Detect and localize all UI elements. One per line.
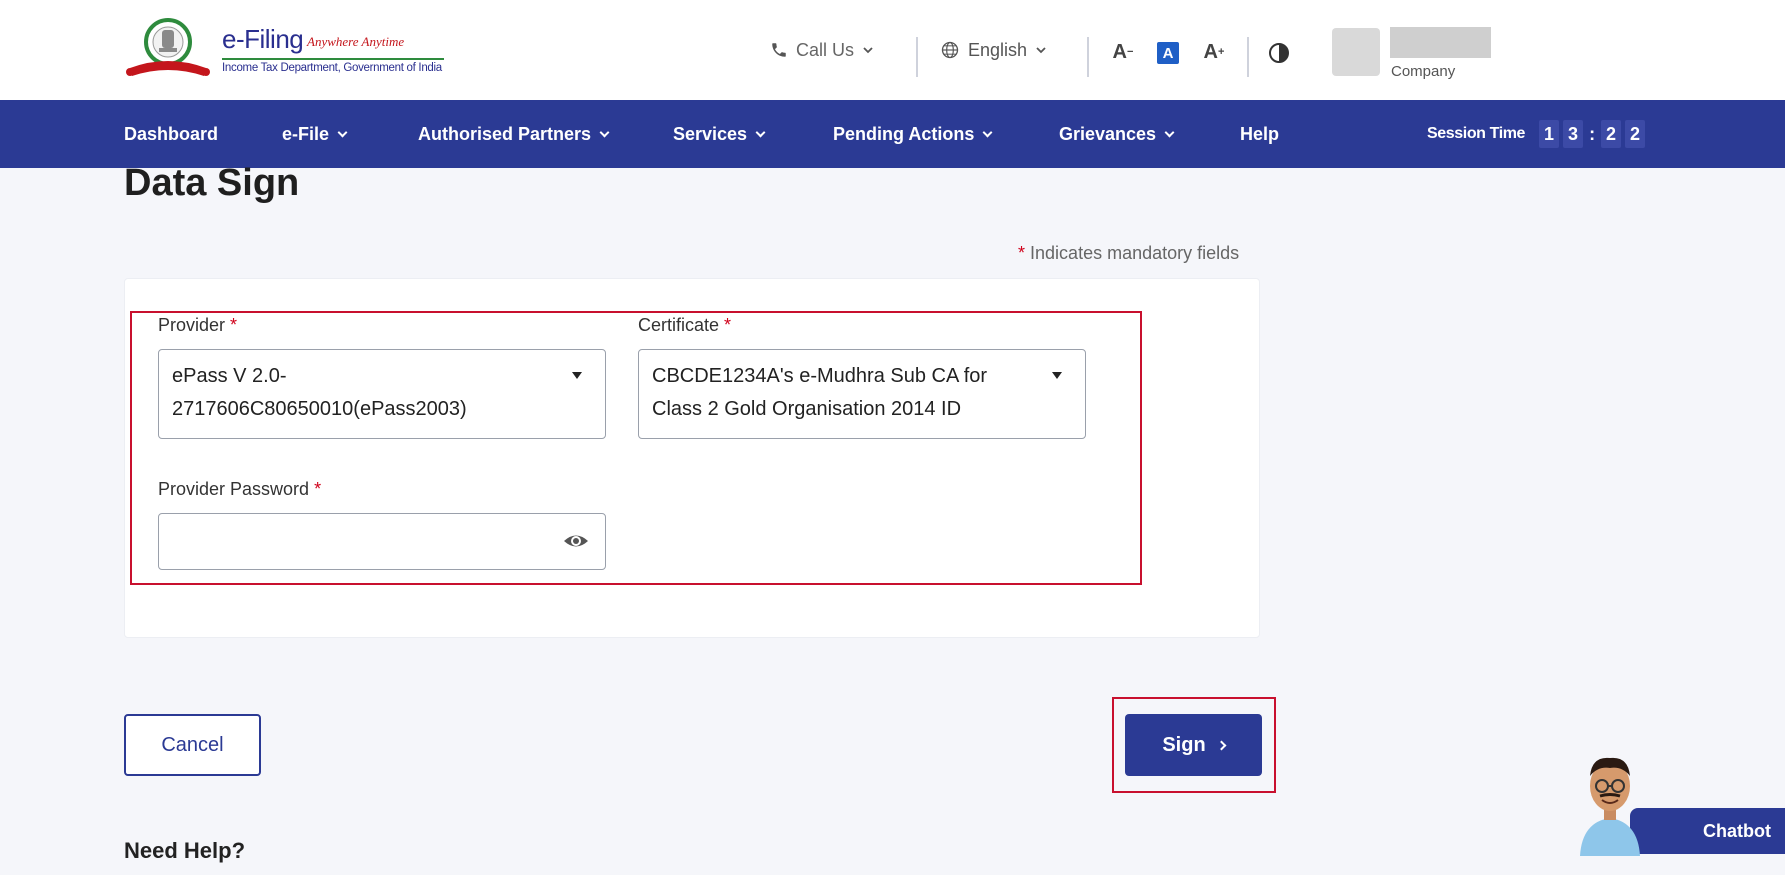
font-decrease-label: A [1112, 40, 1127, 63]
eye-icon[interactable] [563, 530, 589, 552]
user-role: Company [1391, 63, 1456, 80]
required-star: * [1018, 243, 1026, 263]
provider-password-input[interactable] [158, 513, 606, 570]
provider-select[interactable]: ePass V 2.0- 2717606C80650010(ePass2003) [158, 349, 606, 439]
font-increase-label: A [1203, 40, 1218, 63]
emblem-icon [126, 18, 210, 76]
nav-services[interactable]: Services [673, 100, 766, 168]
contrast-toggle-icon[interactable] [1269, 43, 1289, 63]
nav-label: Services [673, 123, 748, 144]
chevron-down-icon [1036, 47, 1046, 54]
chevron-down-icon [863, 47, 873, 54]
nav-grievances[interactable]: Grievances [1059, 100, 1175, 168]
caret-down-icon [572, 372, 582, 379]
nav-label: Help [1240, 123, 1280, 144]
sign-button[interactable]: Sign [1125, 714, 1262, 776]
required-star: * [230, 315, 238, 335]
chevron-down-icon [755, 127, 766, 137]
certificate-value-line1: CBCDE1234A's e-Mudhra Sub CA for [652, 365, 988, 387]
nav-dashboard[interactable]: Dashboard [124, 100, 218, 168]
phone-icon [772, 43, 786, 57]
language-label: English [968, 39, 1028, 60]
call-us-label: Call Us [796, 39, 855, 60]
font-default-label: A [1162, 44, 1174, 62]
language-dropdown[interactable]: English [940, 0, 1047, 100]
provider-value-line1: ePass V 2.0- [172, 365, 287, 387]
provider-value-line2: 2717606C80650010(ePass2003) [172, 398, 467, 420]
mandatory-note: * Indicates mandatory fields [1018, 243, 1239, 264]
required-star: * [314, 479, 322, 499]
password-label: Provider Password * [158, 479, 321, 500]
chevron-down-icon [337, 127, 348, 137]
efiling-logo[interactable]: e-Filing Anywhere Anytime Income Tax Dep… [124, 16, 444, 82]
session-digit: 1 [1539, 120, 1560, 148]
nav-label: Pending Actions [833, 123, 975, 144]
session-timer: Session Time 1 3 : 2 2 [1427, 100, 1646, 168]
certificate-label: Certificate * [638, 315, 731, 336]
nav-pending-actions[interactable]: Pending Actions [833, 100, 993, 168]
chatbot-label: Chatbot [1703, 820, 1771, 841]
session-colon: : [1589, 123, 1596, 144]
chevron-down-icon [599, 127, 610, 137]
certificate-value-line2: Class 2 Gold Organisation 2014 ID [652, 398, 962, 420]
nav-label: Dashboard [124, 123, 219, 144]
divider [1247, 37, 1249, 77]
chevron-down-icon [1164, 127, 1175, 137]
required-star: * [724, 315, 732, 335]
font-decrease-button[interactable]: A − [1109, 38, 1137, 66]
session-digit: 2 [1601, 120, 1622, 148]
password-label-text: Provider Password [158, 479, 310, 499]
font-default-button[interactable]: A [1157, 42, 1179, 64]
nav-efile[interactable]: e-File [282, 100, 348, 168]
divider [916, 37, 918, 77]
user-name-redacted [1390, 27, 1491, 58]
nav-label: e-File [282, 123, 330, 144]
logo-tagline: Anywhere Anytime [307, 34, 405, 49]
session-digit: 3 [1563, 120, 1584, 148]
certificate-select[interactable]: CBCDE1234A's e-Mudhra Sub CA for Class 2… [638, 349, 1086, 439]
font-increase-button[interactable]: A + [1200, 38, 1228, 66]
chatbot-avatar-icon[interactable] [1570, 746, 1650, 856]
provider-label-text: Provider [158, 315, 226, 335]
page-title: Data Sign [124, 162, 300, 204]
provider-label: Provider * [158, 315, 237, 336]
certificate-label-text: Certificate [638, 315, 720, 335]
divider [1087, 37, 1089, 77]
avatar[interactable] [1332, 28, 1380, 76]
chevron-right-icon [1216, 740, 1227, 750]
call-us-dropdown[interactable]: Call Us [770, 0, 874, 100]
certificate-value: CBCDE1234A's e-Mudhra Sub CA for Class 2… [652, 360, 1032, 426]
nav-label: Authorised Partners [418, 123, 592, 144]
caret-down-icon [1052, 372, 1062, 379]
session-label: Session Time [1427, 125, 1526, 142]
globe-icon [941, 41, 959, 59]
provider-value: ePass V 2.0- 2717606C80650010(ePass2003) [172, 360, 552, 426]
logo-subtitle: Income Tax Department, Government of Ind… [222, 62, 442, 74]
nav-authorised-partners[interactable]: Authorised Partners [418, 100, 610, 168]
sign-button-label: Sign [1162, 733, 1206, 756]
chatbot-button[interactable]: Chatbot [1630, 808, 1785, 854]
main-nav: Dashboard e-File Authorised Partners Ser… [0, 100, 1785, 168]
chevron-down-icon [982, 127, 993, 137]
nav-label: Grievances [1059, 123, 1157, 144]
cancel-button[interactable]: Cancel [124, 714, 261, 776]
mandatory-note-text: Indicates mandatory fields [1030, 243, 1240, 263]
session-digit: 2 [1625, 120, 1646, 148]
need-help-heading: Need Help? [124, 838, 246, 863]
top-header: e-Filing Anywhere Anytime Income Tax Dep… [0, 0, 1785, 100]
logo-divider [222, 58, 444, 60]
nav-help[interactable]: Help [1240, 100, 1279, 168]
logo-title: e-Filing [222, 24, 304, 54]
